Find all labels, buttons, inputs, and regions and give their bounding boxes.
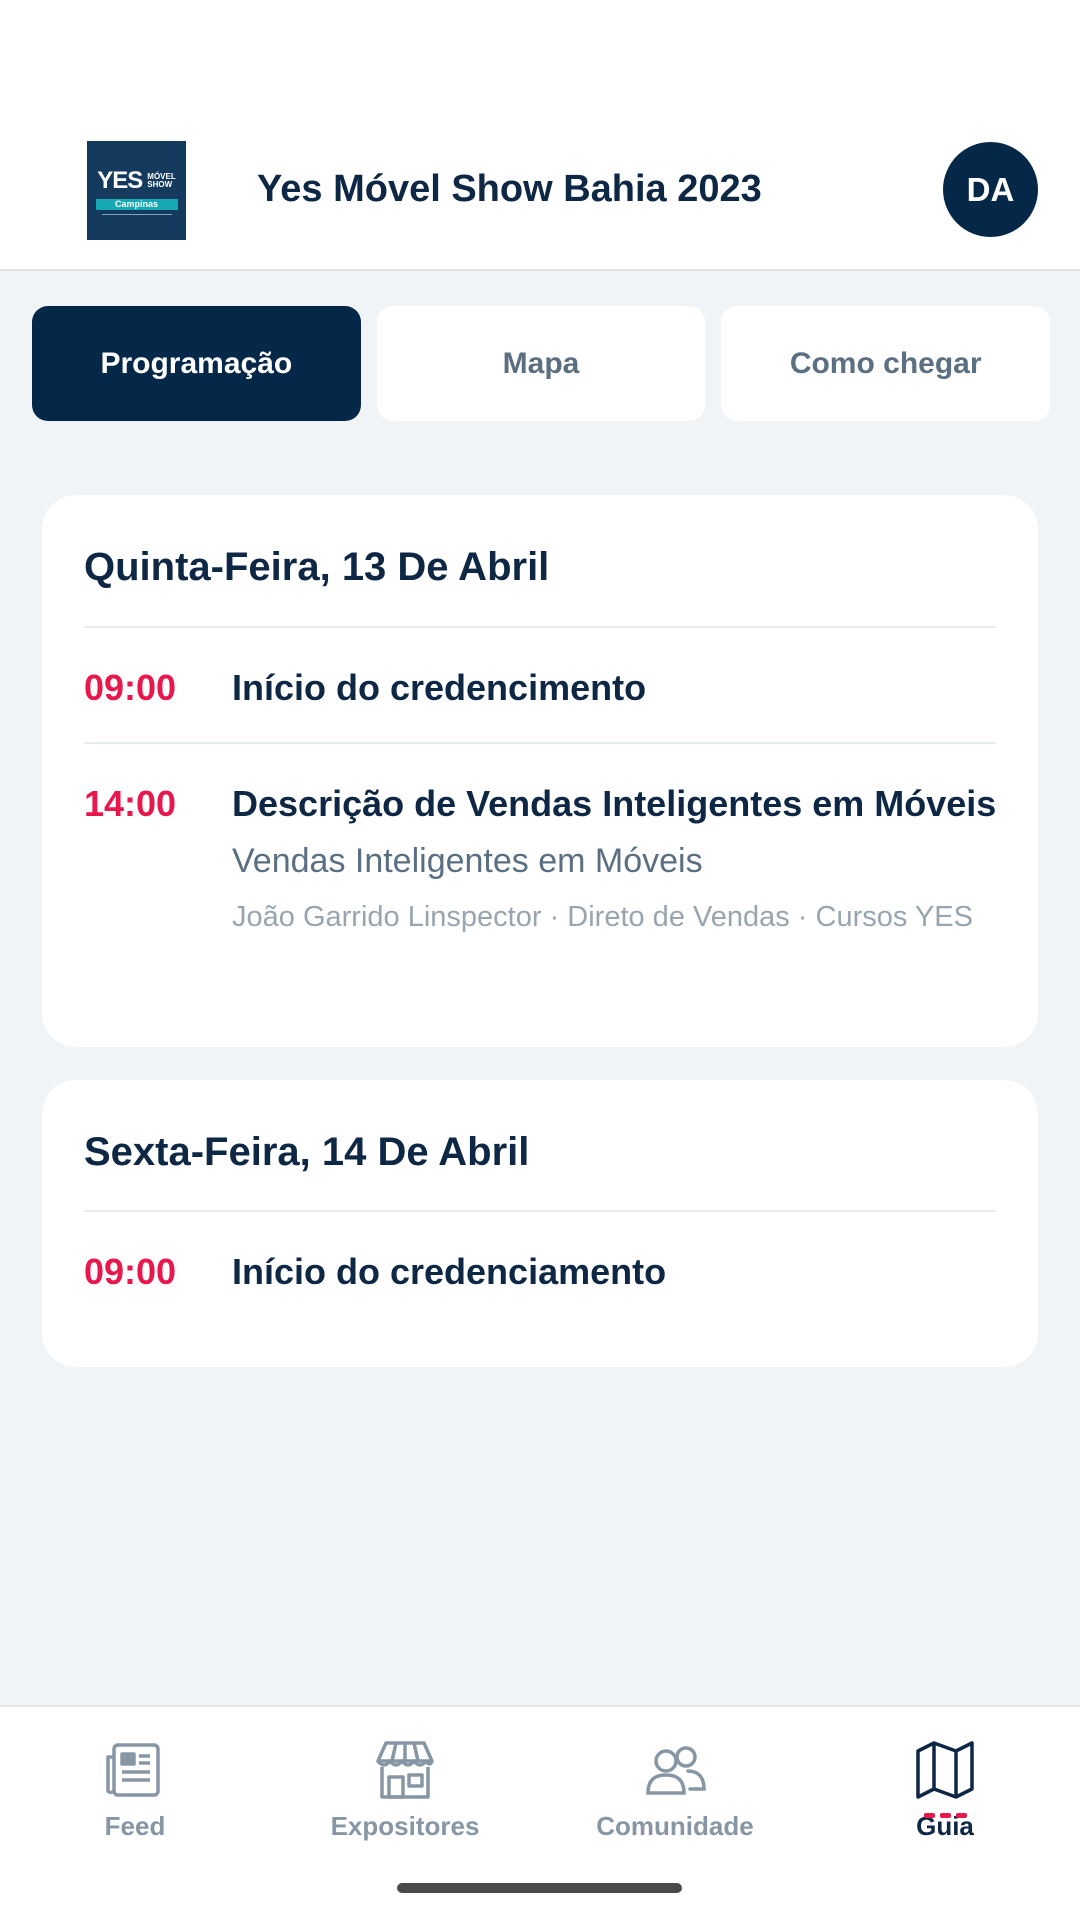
- home-indicator: [397, 1883, 682, 1893]
- tab-programacao[interactable]: Programação: [32, 306, 361, 421]
- map-icon: [916, 1741, 974, 1799]
- event-speaker-info: João Garrido Linspector · Direto de Vend…: [232, 901, 973, 933]
- people-icon: [646, 1746, 706, 1795]
- tab-como-chegar[interactable]: Como chegar: [721, 306, 1051, 421]
- event-logo: YES MÓVEL SHOW Campinas: [87, 141, 186, 240]
- app-header: YES MÓVEL SHOW Campinas Yes Móvel Show B…: [0, 110, 1080, 271]
- user-avatar[interactable]: DA: [943, 142, 1038, 237]
- event-time: 09:00: [84, 667, 177, 708]
- event-time: 14:00: [84, 783, 177, 824]
- event-time: 09:00: [84, 1251, 177, 1292]
- event-title[interactable]: Descrição de Vendas Inteligentes em Móve…: [232, 783, 1002, 825]
- guide-tabs: Programação Mapa Como chegar: [32, 306, 1051, 421]
- day-title: Sexta-Feira, 14 De Abril: [84, 1130, 530, 1174]
- event-subtitle: Vendas Inteligentes em Móveis: [232, 842, 703, 880]
- active-indicator: [923, 1813, 967, 1818]
- tab-mapa[interactable]: Mapa: [376, 306, 706, 421]
- day-card: Sexta-Feira, 14 De Abril 09:00 Início do…: [42, 1080, 1038, 1367]
- page-title: Yes Móvel Show Bahia 2023: [257, 168, 762, 210]
- status-bar: [0, 0, 1080, 110]
- newspaper-icon: [106, 1743, 160, 1797]
- nav-guia[interactable]: Guia: [835, 1737, 1055, 1857]
- nav-expositores[interactable]: Expositores: [295, 1737, 515, 1857]
- store-icon: [376, 1741, 434, 1799]
- day-title: Quinta-Feira, 13 De Abril: [84, 545, 550, 589]
- event-title[interactable]: Início do credencimento: [232, 667, 1002, 709]
- nav-feed[interactable]: Feed: [25, 1737, 245, 1857]
- nav-comunidade[interactable]: Comunidade: [565, 1737, 785, 1857]
- day-card: Quinta-Feira, 13 De Abril 09:00 Início d…: [42, 495, 1038, 1047]
- event-title[interactable]: Início do credenciamento: [232, 1251, 1002, 1293]
